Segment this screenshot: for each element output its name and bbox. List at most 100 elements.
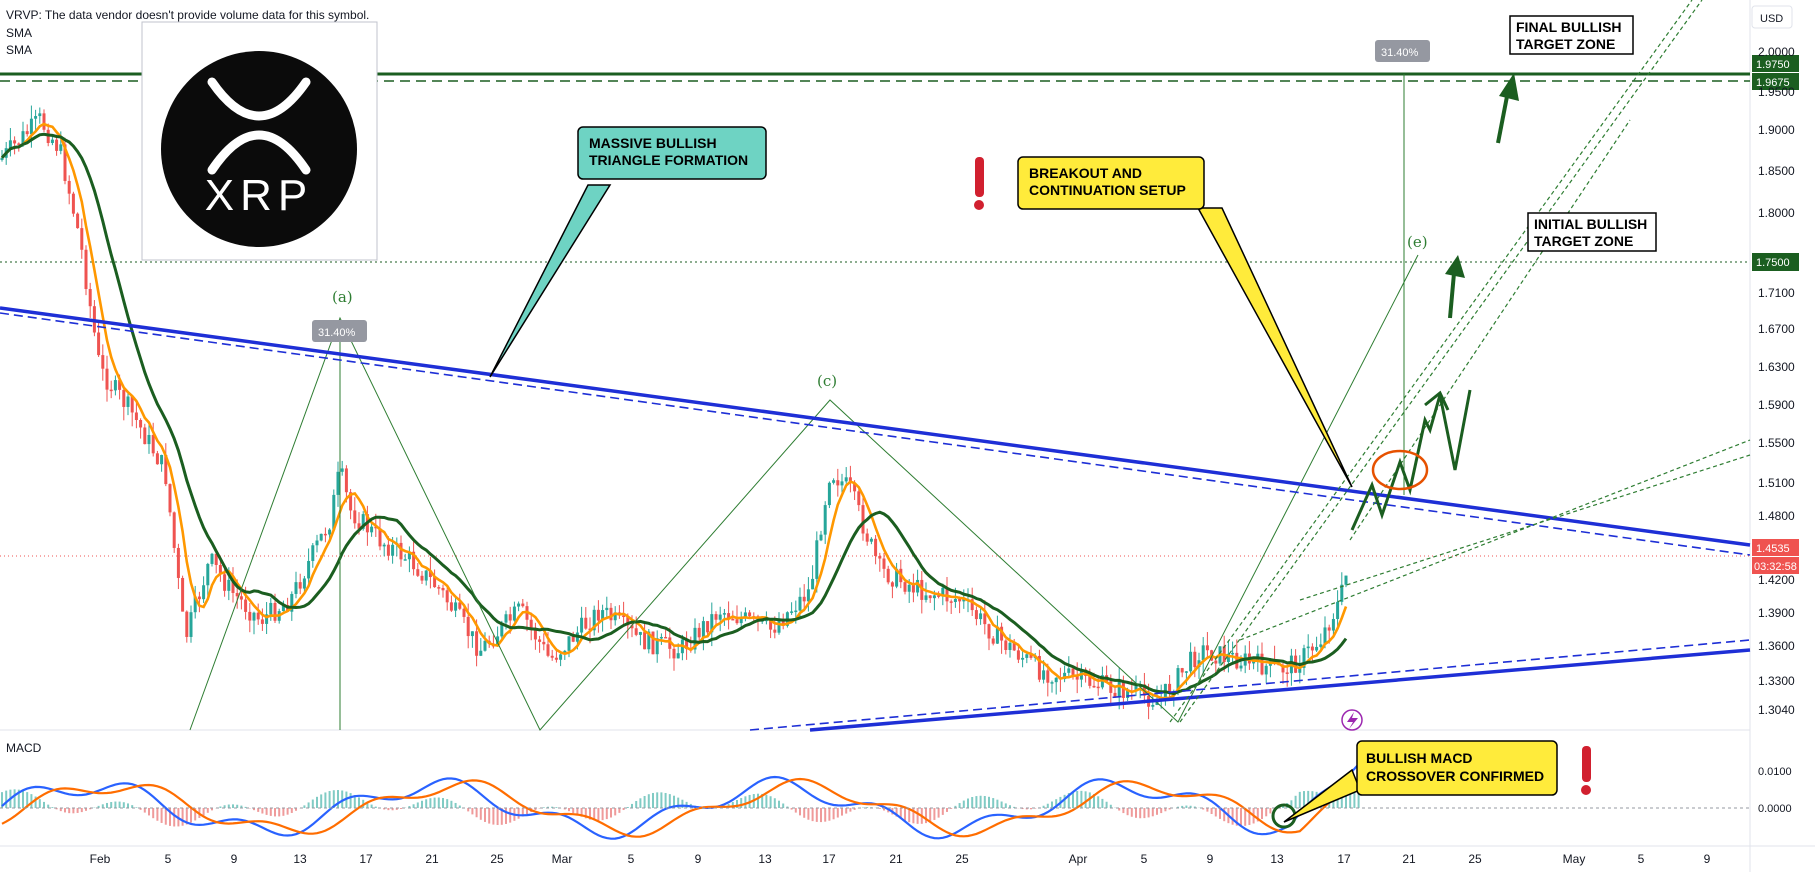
currency-label[interactable]: USD [1760, 13, 1783, 25]
candle-body [181, 577, 185, 612]
macd-histogram-bar [80, 808, 83, 813]
candle-body [559, 654, 563, 660]
macd-histogram-bar [1105, 801, 1108, 808]
candle-body [223, 574, 227, 591]
candle-body [143, 427, 147, 445]
macd-histogram-bar [975, 796, 978, 808]
macd-histogram-bar [610, 808, 612, 818]
candle-body [101, 355, 105, 369]
y-tick-label: 2.0000 [1758, 45, 1795, 59]
candle-body [1046, 670, 1050, 683]
candle-body [1184, 671, 1188, 673]
macd-histogram-bar [68, 808, 71, 814]
macd-histogram-bar [664, 792, 667, 808]
candle-body [798, 596, 802, 611]
candle-body [160, 454, 164, 465]
macd-histogram-bar [412, 804, 415, 808]
x-tick-label: 13 [293, 852, 307, 866]
candle-body [302, 578, 306, 589]
x-tick-label: 9 [231, 852, 238, 866]
candle-body [882, 558, 886, 569]
candle-body [504, 614, 508, 623]
macd-histogram-bar [799, 808, 801, 816]
macd-histogram-bar [568, 808, 570, 812]
macd-histogram-bar [442, 798, 444, 808]
candle-body [748, 612, 752, 617]
macd-histogram-bar [555, 807, 558, 808]
macd-histogram-bar [1126, 808, 1129, 816]
macd-histogram-bar [22, 790, 24, 808]
macd-histogram-bar [206, 808, 209, 813]
candle-body [932, 595, 936, 599]
macd-histogram-bar [626, 806, 629, 808]
candle-body [235, 592, 239, 597]
candle-body [840, 481, 844, 486]
candle-body [1264, 665, 1268, 675]
candle-body [928, 595, 932, 599]
candle-body [706, 621, 710, 633]
macd-histogram-bar [492, 808, 495, 825]
candle-body [71, 193, 75, 214]
macd-histogram-bar [416, 802, 419, 808]
candle-body [701, 621, 705, 638]
macd-histogram-bar [1265, 808, 1268, 817]
macd-histogram-bar [828, 808, 831, 821]
macd-histogram-bar [1147, 808, 1150, 818]
y-tick-label: 1.4800 [1758, 509, 1795, 523]
candle-body [1306, 646, 1310, 649]
badge-countdown: 03:32:58 [1754, 561, 1797, 573]
x-tick-label: Apr [1069, 852, 1088, 866]
candle-body [105, 368, 109, 390]
sma-label-1[interactable]: SMA [6, 26, 32, 41]
macd-histogram-bar [433, 797, 436, 808]
candle-body [76, 213, 80, 229]
x-tick-label: 9 [1207, 852, 1214, 866]
y-tick-label: 1.3300 [1758, 674, 1795, 688]
candle-body [13, 140, 17, 144]
macd-histogram-bar [101, 804, 104, 808]
candle-body [437, 587, 441, 589]
macd-histogram-bar [114, 801, 117, 808]
macd-histogram-bar [773, 798, 776, 808]
sma-label-2[interactable]: SMA [6, 43, 32, 58]
macd-histogram-bar [1151, 808, 1154, 817]
candle-body [731, 618, 735, 621]
candle-body [134, 412, 138, 421]
macd-histogram-bar [261, 808, 264, 814]
candle-body [34, 116, 38, 119]
candle-body [1021, 657, 1025, 660]
wave-label-e: (e) [1407, 233, 1428, 251]
macd-histogram-bar [824, 808, 827, 822]
macd-histogram-bar [782, 803, 785, 808]
logo-text: XRP [205, 171, 313, 220]
macd-histogram-bar [421, 800, 423, 808]
macd-label[interactable]: MACD [6, 741, 41, 756]
macd-histogram-bar [1130, 808, 1133, 817]
candle-body [634, 628, 638, 635]
candle-body [176, 547, 180, 578]
macd-histogram-bar [122, 802, 125, 808]
candle-body [344, 468, 348, 493]
macd-histogram-bar [1076, 791, 1079, 808]
vrvp-note: VRVP: The data vendor doesn't provide vo… [6, 8, 370, 22]
badge-mid: 1.7500 [1756, 257, 1790, 269]
candle-body [546, 644, 550, 656]
candle-body [382, 544, 386, 547]
macd-histogram-bar [1051, 801, 1053, 808]
macd-histogram-bar [962, 800, 965, 808]
macd-histogram-bar [190, 808, 192, 823]
candle-body [189, 612, 193, 637]
candle-body [903, 582, 907, 592]
macd-histogram-bar [1143, 808, 1146, 819]
candle-body [113, 380, 117, 391]
macd-histogram-bar [601, 808, 604, 821]
price-chart[interactable]: 2.00001.95001.90001.85001.80001.71001.67… [0, 0, 1815, 872]
macd-histogram-bar [1349, 794, 1352, 808]
breakout-callout-line2: CONTINUATION SETUP [1029, 182, 1186, 198]
candle-body [122, 389, 126, 407]
candle-body [983, 613, 987, 625]
candle-body [517, 603, 521, 607]
macd-histogram-bar [803, 808, 806, 818]
candle-body [1214, 660, 1218, 664]
candle-body [185, 611, 189, 637]
